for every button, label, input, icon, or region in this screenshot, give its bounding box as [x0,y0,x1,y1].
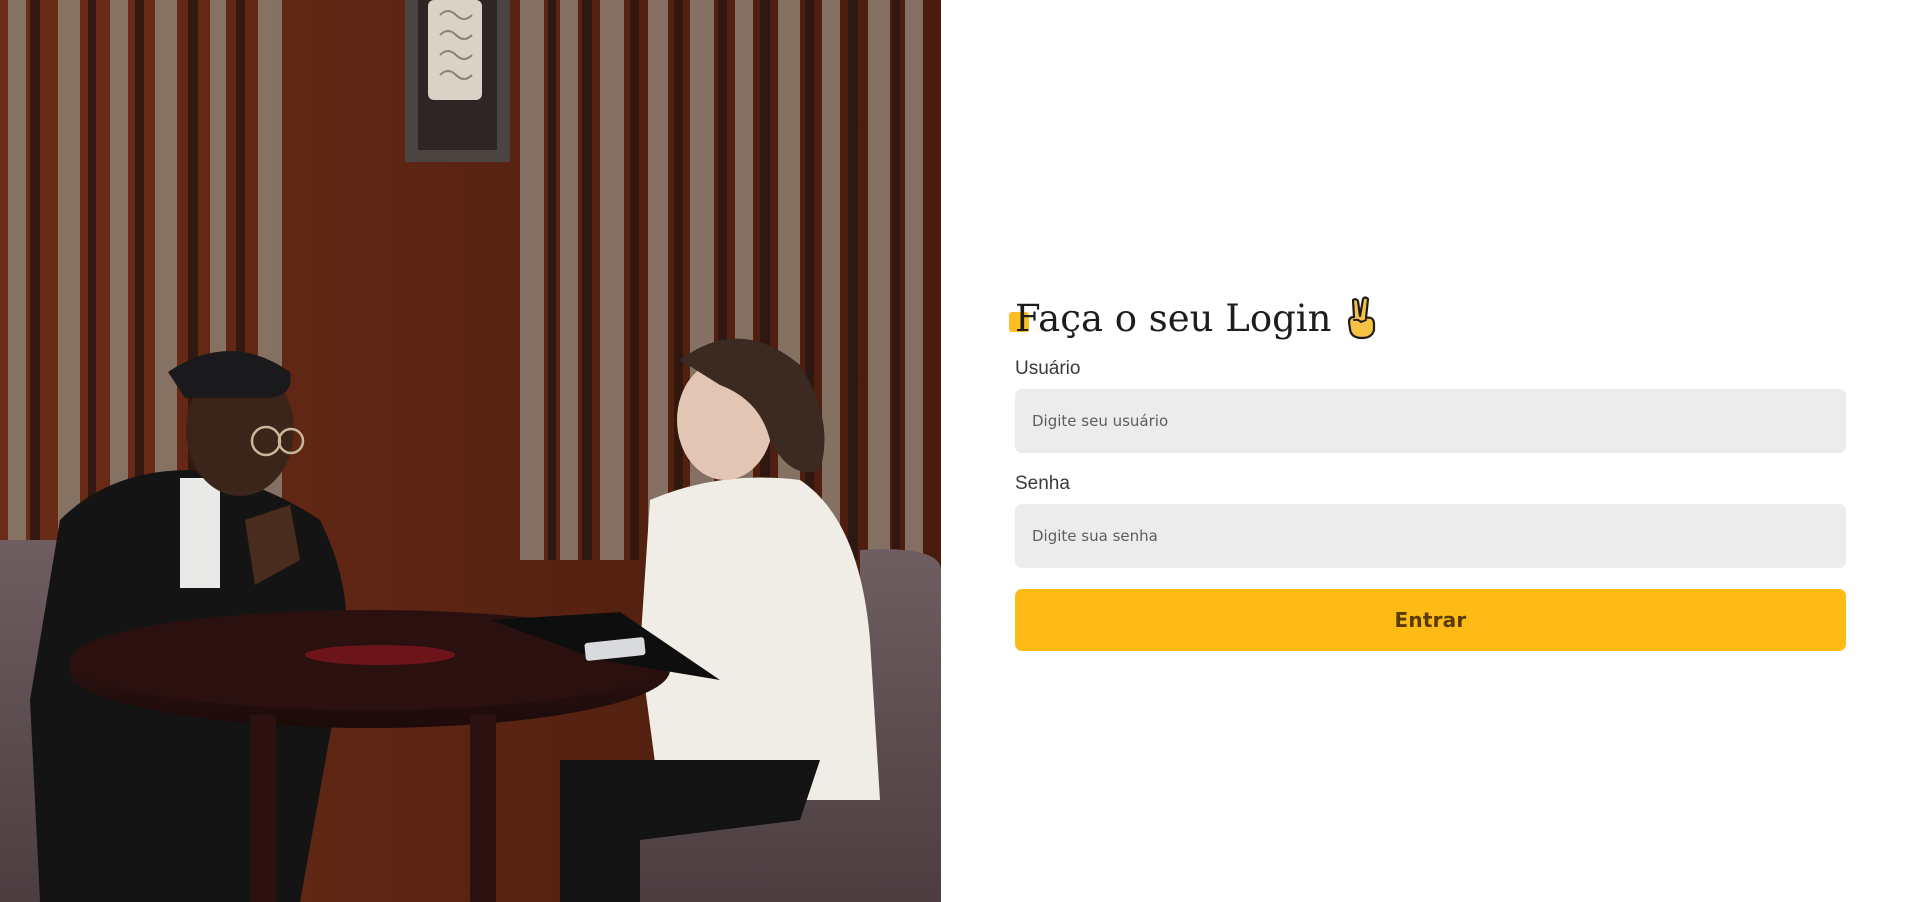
username-label: Usuário [1015,358,1081,379]
meeting-photo-illustration [0,0,941,902]
username-input[interactable] [1015,389,1846,453]
login-panel: Faça o seu Login Usuário Senha Entrar [941,0,1920,902]
login-submit-button[interactable]: Entrar [1015,589,1846,651]
title-row: Faça o seu Login [1009,290,1846,346]
password-input[interactable] [1015,504,1846,568]
hero-photo [0,0,941,902]
victory-hand-icon [1343,296,1379,340]
login-form: Faça o seu Login Usuário Senha Entrar [1009,290,1846,651]
page-title-text: Faça o seu Login [1015,296,1332,340]
password-label: Senha [1015,473,1070,494]
page-title: Faça o seu Login [1015,296,1379,340]
